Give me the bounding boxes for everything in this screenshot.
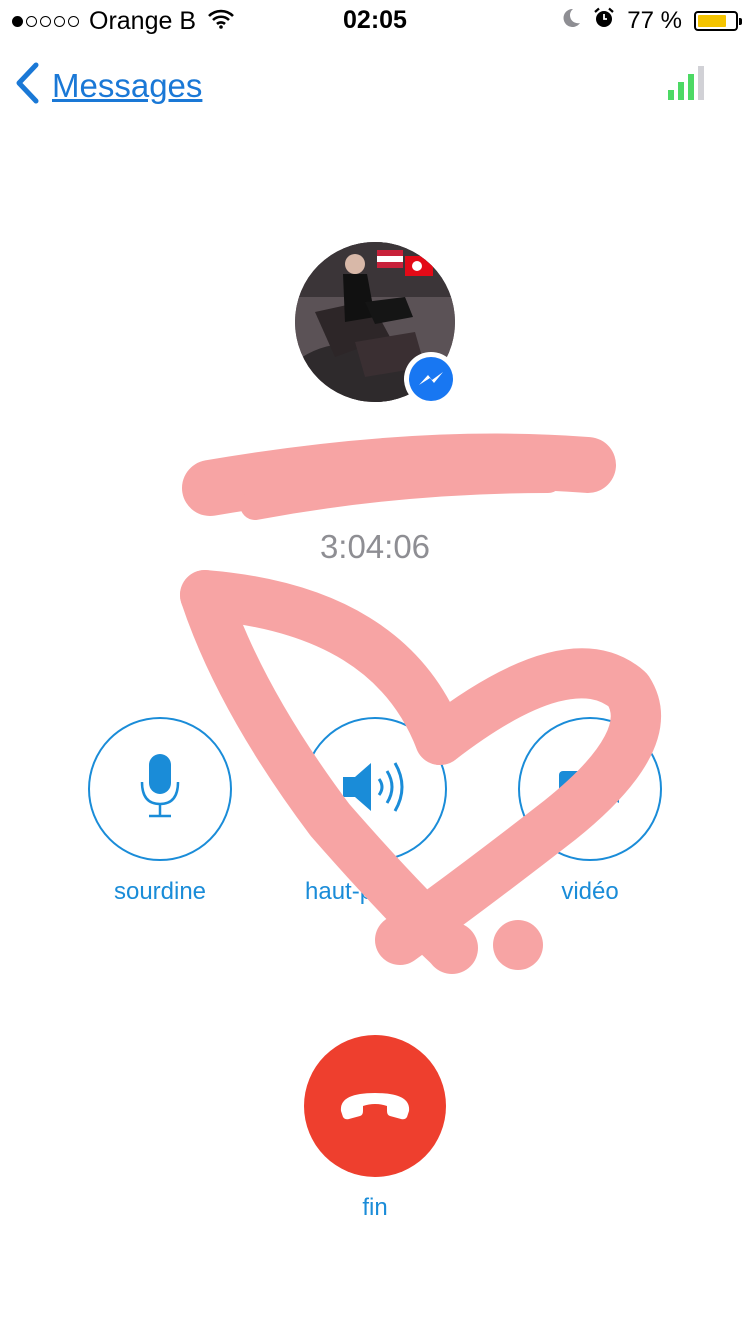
- connection-quality-icon: [668, 66, 706, 100]
- back-to-messages-button[interactable]: Messages: [14, 62, 202, 109]
- end-call-label: fin: [362, 1194, 388, 1221]
- hang-up-icon: [335, 1087, 415, 1126]
- status-bar: Orange B 02:05 77 %: [0, 0, 750, 40]
- call-duration: 3:04:06: [319, 528, 431, 565]
- battery-icon: [694, 11, 742, 31]
- speaker-button[interactable]: [303, 717, 447, 861]
- messenger-icon: [409, 357, 453, 401]
- mute-button[interactable]: [88, 717, 232, 861]
- status-right: 77 %: [549, 6, 742, 36]
- alarm-icon: [593, 7, 615, 36]
- back-label: Messages: [52, 66, 203, 104]
- moon-icon: [561, 7, 581, 36]
- chevron-left-icon: [14, 62, 40, 109]
- messenger-badge: [404, 352, 458, 406]
- speaker-icon: [341, 759, 409, 820]
- microphone-icon: [140, 753, 180, 825]
- battery-level: [698, 15, 726, 27]
- speaker-label: haut-p: [305, 878, 374, 905]
- video-label: vidéo: [561, 878, 619, 905]
- mute-label: sourdine: [113, 878, 207, 905]
- video-button[interactable]: [518, 717, 662, 861]
- battery-tip: [739, 18, 742, 25]
- end-call-button[interactable]: [304, 1035, 446, 1177]
- battery-percentage: 77 %: [627, 7, 682, 34]
- video-camera-icon: [557, 767, 623, 812]
